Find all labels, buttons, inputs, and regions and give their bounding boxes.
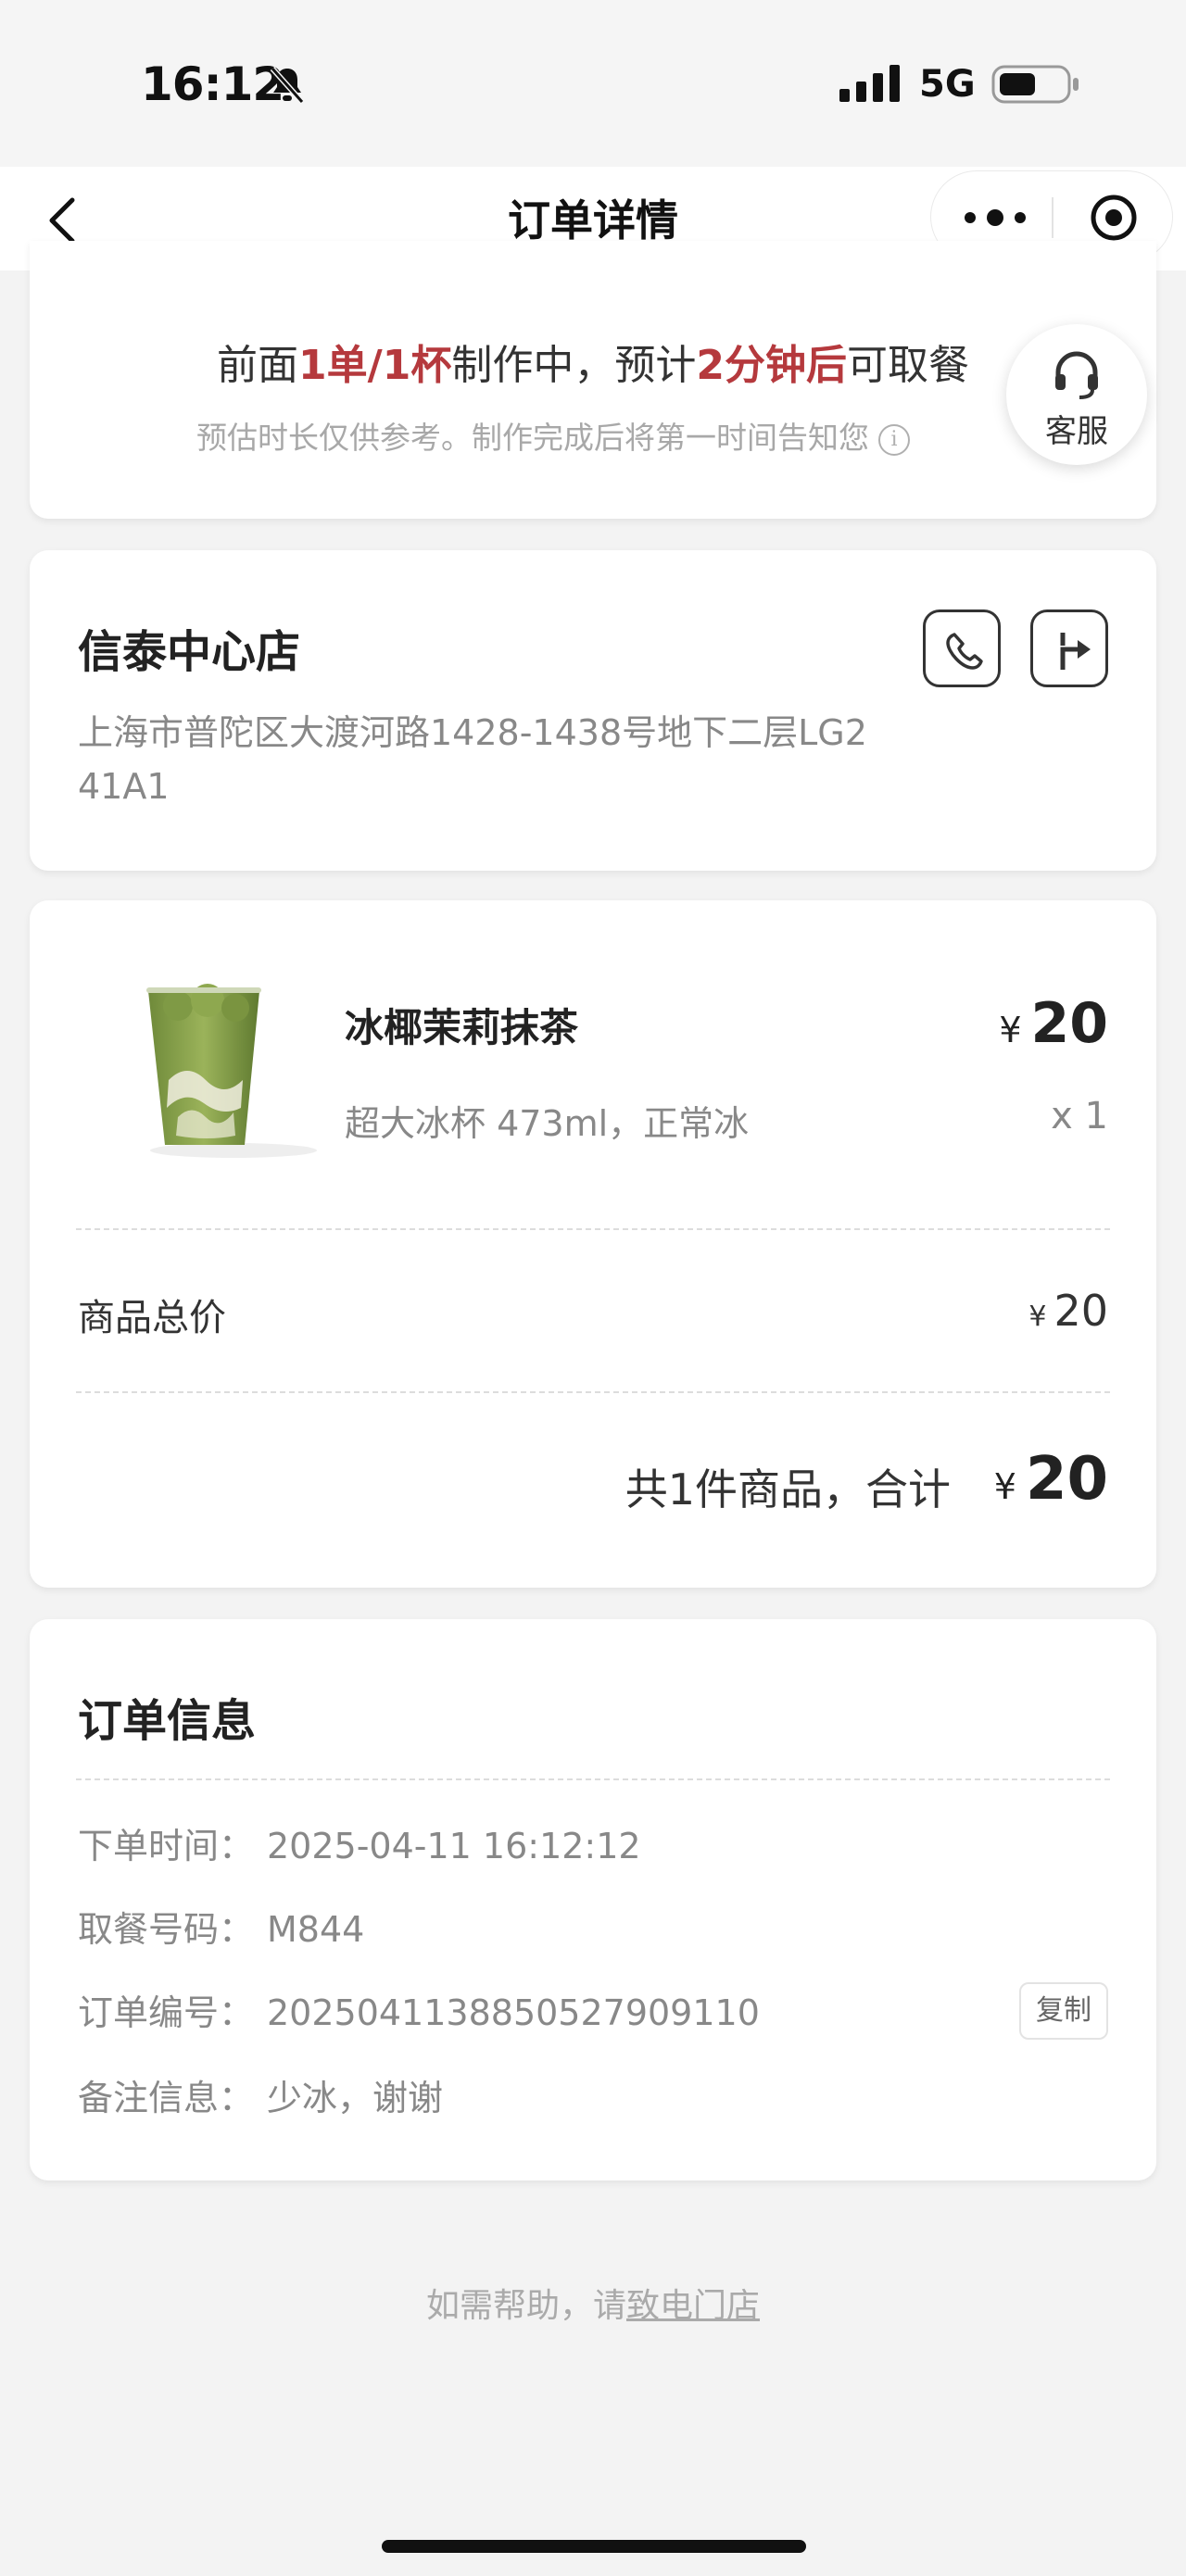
call-store-link[interactable]: 致电门店 [626,2287,760,2325]
phone-icon [946,633,983,670]
customer-service-button[interactable]: 客服 [1006,324,1147,465]
subtotal-amount: 20 [1054,1286,1108,1336]
total-label: 共1件商品，合计 [625,1464,951,1514]
product-quantity: x 1 [1051,1095,1108,1137]
headset-icon [1055,351,1098,399]
wait-middle: 制作中，预计 [451,342,697,389]
store-name: 信泰中心店 [78,626,301,678]
network-type: 5G [919,63,976,106]
product-image [95,969,326,1160]
pickup-code-label: 取餐号码： [78,1909,255,1950]
order-number-label: 订单编号： [78,1992,255,2033]
wait-status-text: 前面1单/1杯制作中，预计2分钟后可取餐 [30,332,1156,391]
currency-symbol: ¥ [1028,1301,1047,1333]
product-price-value: 20 [1030,991,1109,1056]
total-amount: 20 [1025,1445,1108,1514]
home-indicator[interactable] [382,2540,806,2553]
wait-prefix: 前面 [217,342,299,389]
help-footer: 如需帮助，请致电门店 [0,2279,1186,2327]
directions-icon [1060,633,1091,670]
customer-service-label: 客服 [1045,413,1108,450]
wait-note-text: 预估时长仅供参考。制作完成后将第一时间告知您 [196,420,869,456]
divider [76,1391,1110,1393]
remark-value: 少冰，谢谢 [267,2078,444,2118]
battery-icon [991,65,1080,109]
more-dots-icon [965,209,1026,226]
navigate-store-button[interactable] [1030,609,1108,687]
target-close-icon [1091,195,1137,241]
eta-time: 2分钟后 [696,342,847,389]
store-address: 上海市普陀区大渡河路1428-1438号地下二层LG2 41A1 [78,712,867,807]
info-icon[interactable]: i [878,423,910,456]
copy-order-number-button[interactable]: 复制 [1019,1982,1108,2040]
help-prefix: 如需帮助，请 [425,2287,626,2325]
divider [76,1778,1110,1780]
pickup-code-value: M844 [267,1909,365,1950]
total-value: ¥20 [994,1445,1108,1514]
order-items-card: 冰椰茉莉抹茶 超大冰杯 473ml，正常冰 ¥20 x 1 商品总价 ¥20 共… [30,900,1156,1588]
pickup-code-row: 取餐号码： M844 [78,1901,364,1952]
order-status-card: 前面1单/1杯制作中，预计2分钟后可取餐 预估时长仅供参考。制作完成后将第一时间… [30,241,1156,519]
order-number-value: 2025041138850527909110 [267,1992,760,2033]
wait-note: 预估时长仅供参考。制作完成后将第一时间告知您 i [30,413,1077,458]
divider [76,1228,1110,1230]
currency-symbol: ¥ [993,1466,1016,1507]
remark-row: 备注信息： 少冰，谢谢 [78,2069,443,2120]
wait-suffix: 可取餐 [846,342,969,389]
close-mini-program-button[interactable] [1072,192,1155,244]
capsule-divider [1052,197,1054,238]
product-price: ¥20 [999,991,1108,1056]
cellular-signal-icon [839,65,902,106]
remark-label: 备注信息： [78,2078,255,2118]
product-spec: 超大冰杯 473ml，正常冰 [345,1103,750,1144]
order-info-card: 订单信息 下单时间： 2025-04-11 16:12:12 取餐号码： M844 … [30,1619,1156,2180]
currency-symbol: ¥ [999,1010,1022,1050]
queue-count: 1单/1杯 [298,342,452,389]
mute-bell-icon [269,65,306,109]
subtotal-label: 商品总价 [78,1297,226,1339]
order-time-label: 下单时间： [78,1826,255,1866]
order-time-value: 2025-04-11 16:12:12 [267,1826,641,1866]
status-time: 16:12 [141,57,284,111]
subtotal-value: ¥20 [1028,1286,1108,1336]
order-info-title: 订单信息 [78,1695,257,1747]
order-time-row: 下单时间： 2025-04-11 16:12:12 [78,1817,641,1868]
store-card: 信泰中心店 上海市普陀区大渡河路1428-1438号地下二层LG2 41A1 [30,550,1156,871]
product-name: 冰椰茉莉抹茶 [345,1005,579,1050]
more-options-button[interactable] [953,195,1037,240]
order-number-row: 订单编号： 2025041138850527909110 [78,1984,760,2035]
status-bar: 16:12 5G [0,0,1186,167]
call-store-button[interactable] [923,609,1001,687]
